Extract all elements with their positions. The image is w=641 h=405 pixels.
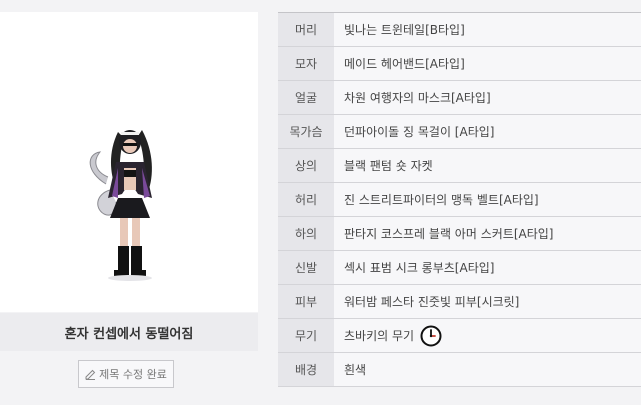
item-name: 흰색 [334,353,641,386]
item-name: 메이드 헤어밴드[A타입] [334,47,641,80]
item-name-container: 츠바키의 무기 [334,319,641,352]
equipment-row-shoes: 신발 섹시 표범 시크 롱부츠[A타입] [278,251,641,285]
slot-label: 목가슴 [278,115,334,148]
item-name: 워터밤 페스타 진줏빛 피부[시크릿] [334,285,641,318]
equipment-row-head: 머리 빛나는 트윈테일[B타입] [278,13,641,47]
equipment-row-bottom: 하의 판타지 코스프레 블랙 아머 스커트[A타입] [278,217,641,251]
slot-label: 하의 [278,217,334,250]
slot-label: 허리 [278,183,334,216]
slot-label: 신발 [278,251,334,284]
equipment-row-weapon: 무기 츠바키의 무기 [278,319,641,353]
slot-label: 피부 [278,285,334,318]
item-name: 차원 여행자의 마스크[A타입] [334,81,641,114]
slot-label: 모자 [278,47,334,80]
equipment-row-background: 배경 흰색 [278,353,641,387]
clock-icon[interactable] [420,325,442,347]
equipment-row-hat: 모자 메이드 헤어밴드[A타입] [278,47,641,81]
edit-title-button-label: 제목 수정 완료 [99,368,167,381]
character-title: 혼자 컨셉에서 동떨어짐 [0,313,258,351]
item-name: 판타지 코스프레 블랙 아머 스커트[A타입] [334,217,641,250]
character-preview [0,12,258,312]
item-name: 섹시 표범 시크 롱부츠[A타입] [334,251,641,284]
slot-label: 머리 [278,13,334,46]
item-name: 진 스트리트파이터의 맹독 벨트[A타입] [334,183,641,216]
equipment-row-face: 얼굴 차원 여행자의 마스크[A타입] [278,81,641,115]
character-sprite [89,130,152,281]
item-name: 블랙 팬텀 숏 자켓 [334,149,641,182]
character-panel: 혼자 컨셉에서 동떨어짐 제목 수정 완료 [0,0,258,405]
equipment-row-neck: 목가슴 던파아이돌 징 목걸이 [A타입] [278,115,641,149]
slot-label: 배경 [278,353,334,386]
equipment-row-waist: 허리 진 스트리트파이터의 맹독 벨트[A타입] [278,183,641,217]
slot-label: 무기 [278,319,334,352]
slot-label: 얼굴 [278,81,334,114]
item-name: 던파아이돌 징 목걸이 [A타입] [334,115,641,148]
item-name: 빛나는 트윈테일[B타입] [334,13,641,46]
equipment-table: 머리 빛나는 트윈테일[B타입] 모자 메이드 헤어밴드[A타입] 얼굴 차원 … [278,12,641,387]
equipment-row-skin: 피부 워터밤 페스타 진줏빛 피부[시크릿] [278,285,641,319]
pencil-icon [85,369,96,380]
equipment-row-top: 상의 블랙 팬텀 숏 자켓 [278,149,641,183]
slot-label: 상의 [278,149,334,182]
item-name: 츠바키의 무기 [344,329,415,343]
edit-title-button[interactable]: 제목 수정 완료 [78,360,174,388]
